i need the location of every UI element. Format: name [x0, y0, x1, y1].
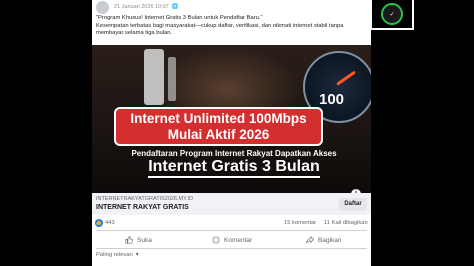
main-tagline: Internet Gratis 3 Bulan	[104, 158, 364, 178]
comment-label: Komentar	[224, 236, 253, 244]
gauge-value: 100	[319, 91, 345, 108]
divider	[96, 248, 367, 249]
link-domain: INTERNETRAKYATGRATIS2026.MY.ID	[96, 196, 194, 202]
post-stats: 👍 443 15 komentar 11 Kali dibagikan	[92, 219, 371, 229]
share-icon	[306, 236, 314, 244]
post-text: "Program Khusus! Internet Gratis 3 Bulan…	[96, 15, 366, 38]
thumbs-up-icon	[125, 236, 133, 244]
daftar-button[interactable]: Daftar	[339, 198, 367, 211]
left-background	[0, 0, 92, 266]
comment-button[interactable]: Komentar	[212, 233, 252, 247]
headline-box: Internet Unlimited 100Mbps Mulai Aktif 2…	[114, 107, 323, 146]
share-label: Bagikan	[318, 236, 342, 244]
comment-sort-dropdown[interactable]: Paling relevan ▾	[96, 252, 139, 258]
like-count[interactable]: 443	[105, 220, 115, 226]
post-text-line2: Kesempatan terbatas bagi masyarakat—cuku…	[96, 22, 344, 29]
link-preview[interactable]: INTERNETRAKYATGRATIS2026.MY.ID INTERNET …	[92, 193, 371, 215]
subheadline: Pendaftaran Program Internet Rakyat Dapa…	[131, 149, 337, 158]
channel-logo-circle: ✓	[381, 3, 403, 25]
post-date[interactable]: 21 Januari 2026 10:07	[114, 4, 169, 10]
like-label: Suka	[137, 236, 152, 244]
post-text-line1: "Program Khusus! Internet Gratis 3 Bulan…	[96, 15, 263, 21]
avatar[interactable]	[96, 1, 109, 14]
divider	[96, 230, 367, 231]
headline-line1: Internet Unlimited 100Mbps	[130, 111, 307, 126]
like-button[interactable]: Suka	[125, 233, 152, 247]
post-text-line3: membayar selama tiga bulan.	[96, 30, 173, 37]
router-image	[144, 49, 164, 105]
comment-count[interactable]: 15 komentar	[284, 220, 316, 226]
share-count[interactable]: 11 Kali dibagikan	[324, 220, 368, 226]
like-reaction-icon: 👍	[95, 219, 103, 227]
headline-line2: Mulai Aktif 2026	[167, 127, 270, 142]
chevron-down-icon: ▾	[135, 252, 139, 258]
post-actions: Suka Komentar Bagikan	[92, 233, 371, 247]
globe-icon: 🌐	[171, 4, 179, 10]
ad-image[interactable]: 100 Internet Unlimited 100Mbps Mulai Akt…	[92, 45, 371, 193]
share-button[interactable]: Bagikan	[306, 233, 342, 247]
sort-label: Paling relevan	[96, 252, 133, 258]
link-title[interactable]: INTERNET RAKYAT GRATIS	[96, 204, 189, 211]
post-meta: 21 Januari 2026 10:07 🌐	[114, 4, 179, 10]
router-antenna	[168, 57, 176, 101]
gauge-needle	[336, 70, 356, 86]
right-background	[371, 0, 474, 266]
facebook-post: 21 Januari 2026 10:07 🌐 "Program Khusus!…	[92, 0, 371, 266]
channel-logo: ✓	[370, 0, 414, 30]
comment-icon	[212, 236, 220, 244]
main-tagline-text: Internet Gratis 3 Bulan	[148, 158, 320, 178]
